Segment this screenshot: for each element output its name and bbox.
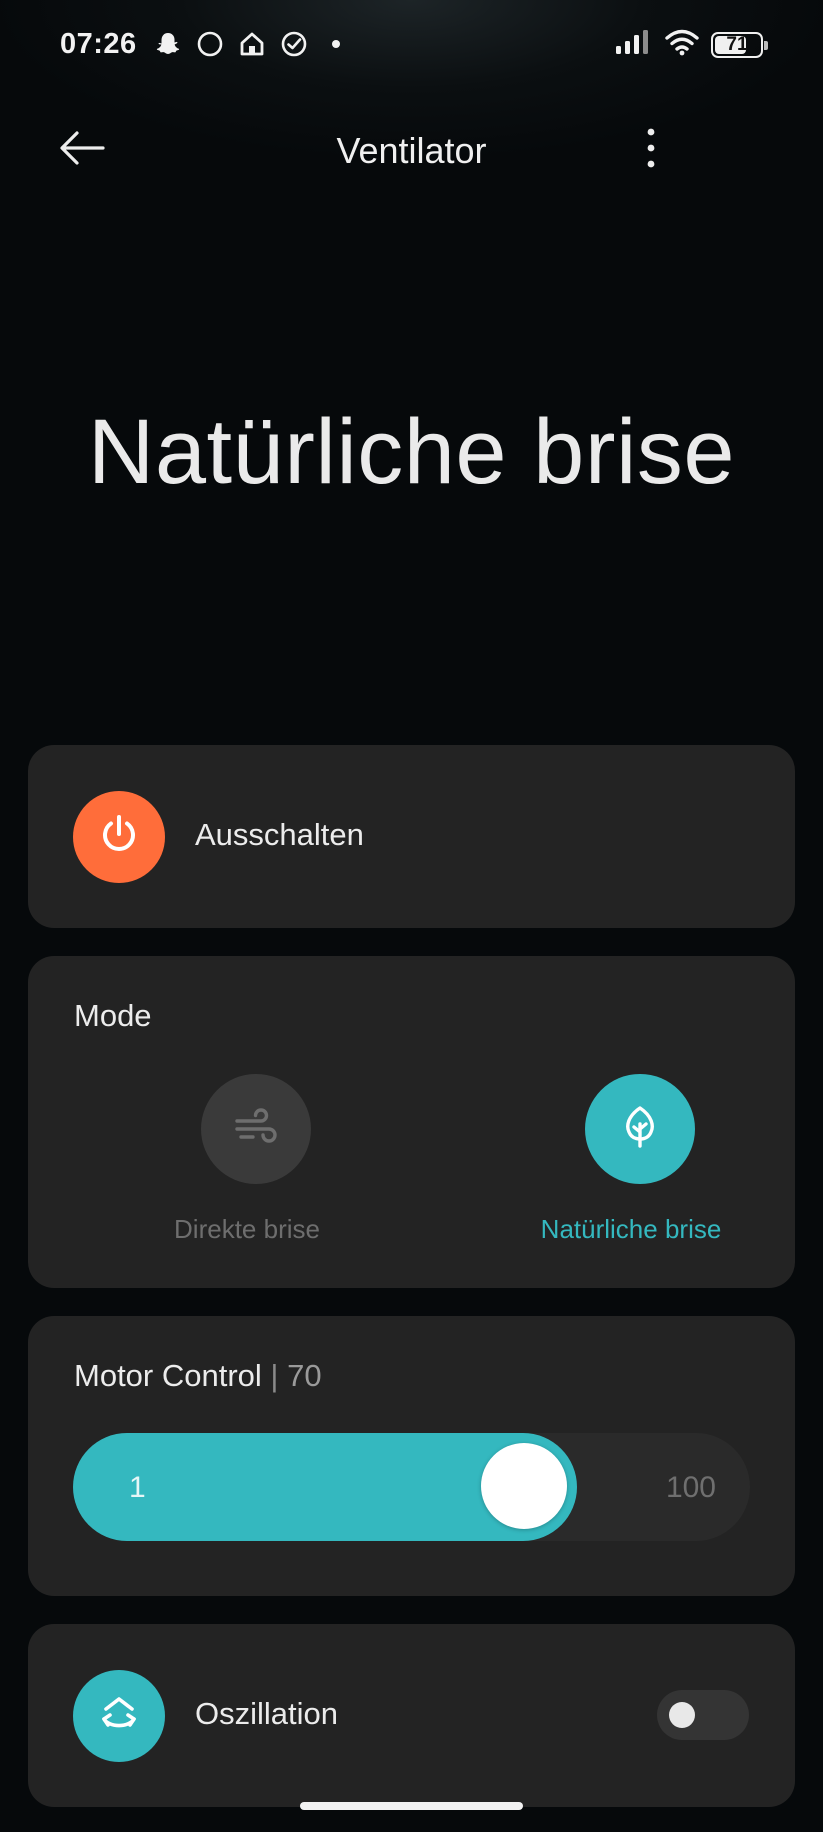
wifi-icon (665, 28, 699, 61)
dot-icon (322, 30, 350, 58)
motor-control-card: Motor Control | 70 1 100 (28, 1316, 795, 1596)
mode-natural-label: Natürliche brise (540, 1214, 722, 1244)
oscillation-card: Oszillation (28, 1624, 795, 1807)
oscillation-label: Oszillation (195, 1696, 338, 1731)
home-indicator[interactable] (300, 1802, 523, 1810)
home-icon (238, 30, 266, 58)
mode-direct-label: Direkte brise (174, 1214, 320, 1244)
oscillate-icon (94, 1689, 144, 1744)
toggle-knob (669, 1702, 695, 1728)
signal-icon (615, 28, 653, 61)
slider-min-label: 1 (129, 1471, 146, 1504)
status-icons-left (154, 30, 350, 58)
mode-option-natural[interactable]: Natürliche brise (501, 1074, 761, 1254)
motor-speed-slider[interactable]: 1 100 (73, 1433, 750, 1541)
status-time: 07:26 (60, 28, 137, 60)
mode-natural-button[interactable] (585, 1074, 695, 1184)
mode-option-direct[interactable]: Direkte brise (117, 1074, 377, 1254)
status-bar: 07:26 71 (0, 0, 823, 94)
power-icon (96, 812, 142, 863)
battery-cap (764, 40, 768, 50)
battery-level: 71 (726, 33, 748, 55)
power-button[interactable] (73, 791, 165, 883)
app-bar: Ventilator (0, 110, 823, 190)
motor-heading-value: 70 (287, 1358, 322, 1393)
check-circle-icon (280, 30, 308, 58)
power-card: Ausschalten (28, 745, 795, 928)
snapchat-icon (154, 30, 182, 58)
page-title: Ventilator (336, 130, 487, 171)
power-label: Ausschalten (195, 817, 364, 852)
circle-icon (196, 30, 224, 58)
slider-thumb[interactable] (480, 1443, 567, 1529)
slider-max-label: 100 (665, 1471, 716, 1504)
motor-heading: Motor Control | 70 (74, 1358, 322, 1394)
wind-icon (231, 1102, 281, 1157)
status-icons-right: 71 (615, 28, 768, 61)
battery-icon: 71 (711, 31, 768, 58)
motor-heading-separator: | (270, 1358, 279, 1393)
mode-heading: Mode (74, 998, 152, 1033)
motor-heading-label: Motor Control (74, 1358, 262, 1393)
oscillation-button[interactable] (73, 1670, 165, 1762)
mode-card: Mode Direkte brise Natürliche brise (28, 956, 795, 1288)
more-options-button[interactable] (627, 124, 675, 176)
current-mode-title: Natürliche brise (87, 401, 736, 503)
leaf-icon (615, 1102, 665, 1157)
mode-direct-button[interactable] (201, 1074, 311, 1184)
more-vertical-icon (645, 128, 657, 173)
oscillation-toggle[interactable] (657, 1690, 749, 1740)
